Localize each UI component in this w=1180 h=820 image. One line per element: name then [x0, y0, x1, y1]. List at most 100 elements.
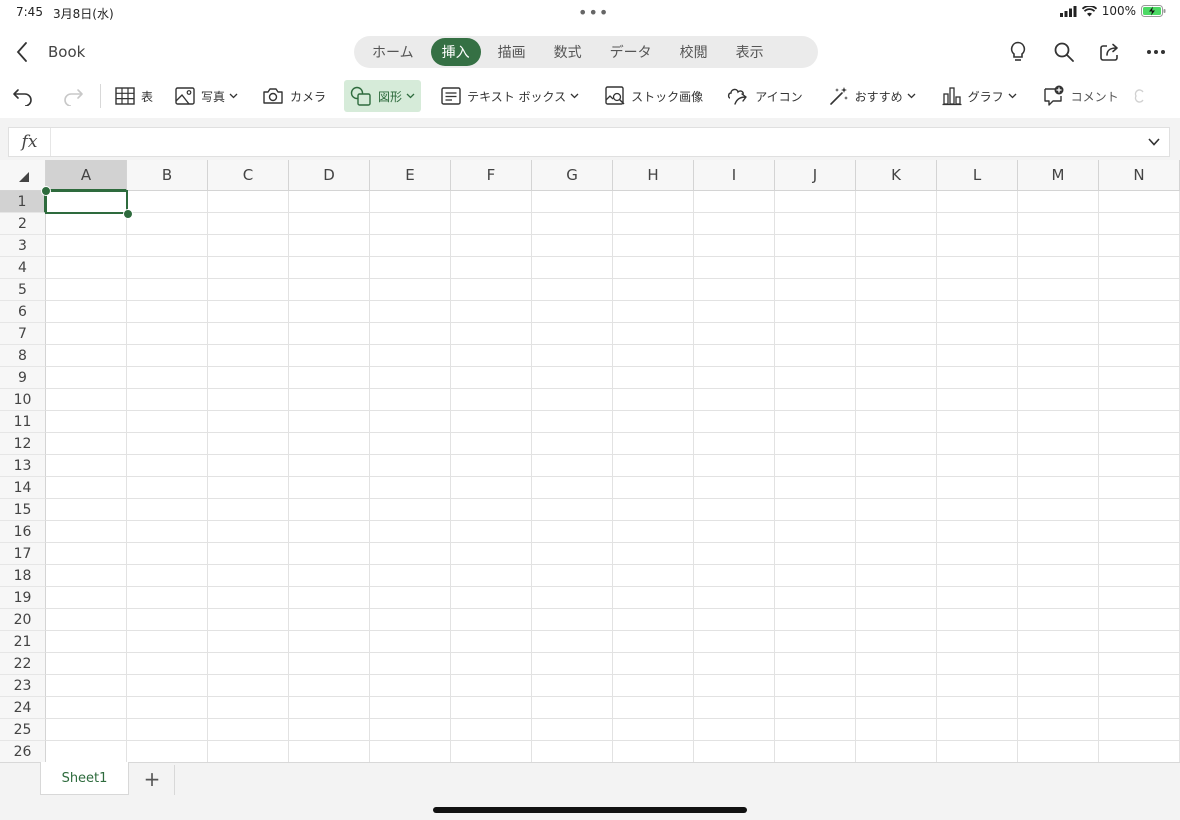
shapes-icon	[350, 86, 371, 106]
row-header-5[interactable]: 5	[0, 279, 46, 301]
row-header-13[interactable]: 13	[0, 455, 46, 477]
comment-label: コメント	[1070, 89, 1119, 104]
row-header-22[interactable]: 22	[0, 653, 46, 675]
function-icon[interactable]: fx	[9, 128, 51, 156]
row-header-8[interactable]: 8	[0, 345, 46, 367]
back-button[interactable]	[10, 38, 34, 66]
row-header-23[interactable]: 23	[0, 675, 46, 697]
lightbulb-icon	[1010, 41, 1026, 61]
formula-input[interactable]	[51, 128, 1139, 156]
chevron-down-icon	[570, 93, 579, 99]
more-tools-button[interactable]	[1133, 80, 1151, 112]
multitasking-dots[interactable]: •••	[578, 3, 609, 22]
row-header-4[interactable]: 4	[0, 257, 46, 279]
column-header-h[interactable]: H	[613, 160, 694, 191]
undo-button[interactable]	[6, 80, 46, 112]
chart-label: グラフ	[967, 89, 1004, 104]
row-header-1[interactable]: 1	[0, 191, 46, 213]
add-sheet-button[interactable]: +	[138, 767, 166, 791]
row-header-14[interactable]: 14	[0, 477, 46, 499]
icons-button[interactable]: アイコン	[721, 80, 808, 112]
row-header-17[interactable]: 17	[0, 543, 46, 565]
recommended-label: おすすめ	[854, 89, 903, 104]
row-header-9[interactable]: 9	[0, 367, 46, 389]
stock-image-icon	[605, 86, 625, 105]
row-header-11[interactable]: 11	[0, 411, 46, 433]
row-header-2[interactable]: 2	[0, 213, 46, 235]
lightbulb-button[interactable]	[1006, 40, 1030, 64]
active-cell-a1[interactable]	[45, 190, 128, 214]
battery-percent: 100%	[1101, 4, 1136, 18]
select-all-triangle-icon	[19, 172, 29, 182]
column-header-l[interactable]: L	[937, 160, 1018, 191]
table-label: 表	[141, 89, 154, 104]
tab-formulas[interactable]: 数式	[543, 38, 593, 66]
row-header-12[interactable]: 12	[0, 433, 46, 455]
column-header-m[interactable]: M	[1018, 160, 1099, 191]
comment-button[interactable]: コメント	[1037, 80, 1125, 112]
row-header-10[interactable]: 10	[0, 389, 46, 411]
cell-area[interactable]	[46, 191, 1180, 762]
icons-label: アイコン	[755, 89, 803, 104]
icons-icon	[728, 88, 747, 105]
tab-draw[interactable]: 描画	[487, 38, 537, 66]
row-header-6[interactable]: 6	[0, 301, 46, 323]
row-header-21[interactable]: 21	[0, 631, 46, 653]
chevron-down-icon	[907, 93, 916, 99]
row-header-16[interactable]: 16	[0, 521, 46, 543]
row-header-26[interactable]: 26	[0, 741, 46, 762]
row-header-25[interactable]: 25	[0, 719, 46, 741]
column-header-b[interactable]: B	[127, 160, 208, 191]
spreadsheet-grid: ABCDEFGHIJKLMN 1 2 3 4 5 6 7 8 9 10 11 12 13 14 15 16 17…	[0, 160, 1180, 762]
more-button[interactable]	[1144, 40, 1168, 64]
tab-data[interactable]: データ	[599, 38, 663, 66]
recommended-button[interactable]: おすすめ	[823, 80, 922, 112]
column-header-i[interactable]: I	[694, 160, 775, 191]
column-header-e[interactable]: E	[370, 160, 451, 191]
row-header-15[interactable]: 15	[0, 499, 46, 521]
chart-button[interactable]: グラフ	[936, 80, 1023, 112]
tab-review[interactable]: 校閲	[669, 38, 719, 66]
camera-button[interactable]: カメラ	[256, 80, 332, 112]
home-indicator[interactable]	[433, 807, 747, 813]
column-header-d[interactable]: D	[289, 160, 370, 191]
document-title[interactable]: Book	[48, 43, 85, 61]
row-header-20[interactable]: 20	[0, 609, 46, 631]
table-button[interactable]: 表	[109, 80, 159, 112]
column-header-f[interactable]: F	[451, 160, 532, 191]
select-all-corner[interactable]	[0, 160, 46, 191]
column-header-g[interactable]: G	[532, 160, 613, 191]
column-header-n[interactable]: N	[1099, 160, 1180, 191]
stock-images-button[interactable]: ストック画像	[599, 80, 709, 112]
tab-view[interactable]: 表示	[725, 38, 775, 66]
column-header-c[interactable]: C	[208, 160, 289, 191]
row-header-19[interactable]: 19	[0, 587, 46, 609]
redo-button[interactable]	[56, 80, 96, 112]
comment-add-icon	[1043, 85, 1064, 106]
column-header-j[interactable]: J	[775, 160, 856, 191]
search-button[interactable]	[1052, 40, 1076, 64]
battery-charging-icon	[1141, 5, 1166, 17]
shapes-button[interactable]: 図形	[344, 80, 422, 112]
share-button[interactable]	[1098, 40, 1122, 64]
row-header-18[interactable]: 18	[0, 565, 46, 587]
tab-insert[interactable]: 挿入	[430, 38, 481, 66]
tab-home[interactable]: ホーム	[361, 38, 425, 66]
shapes-label: 図形	[378, 89, 403, 104]
formula-area: fx	[0, 118, 1180, 160]
photo-button[interactable]: 写真	[169, 80, 244, 112]
textbox-button[interactable]: テキスト ボックス	[435, 80, 585, 112]
insert-toolbar: 表 写真 カメラ 図形 テキスト ボックス ストック画像 アイコン おすすめ グ…	[0, 78, 1180, 114]
selection-handle-top-left[interactable]	[41, 186, 51, 196]
row-header-24[interactable]: 24	[0, 697, 46, 719]
row-header-7[interactable]: 7	[0, 323, 46, 345]
redo-icon	[64, 89, 83, 106]
column-header-k[interactable]: K	[856, 160, 937, 191]
row-header-3[interactable]: 3	[0, 235, 46, 257]
expand-formula-button[interactable]	[1139, 138, 1169, 146]
sheet-bar: Sheet1 +	[0, 762, 1180, 820]
sheet-divider	[174, 765, 175, 795]
column-header-a[interactable]: A	[46, 160, 127, 191]
selection-handle-bottom-right[interactable]	[123, 209, 133, 219]
sheet-tab-sheet1[interactable]: Sheet1	[40, 762, 129, 795]
